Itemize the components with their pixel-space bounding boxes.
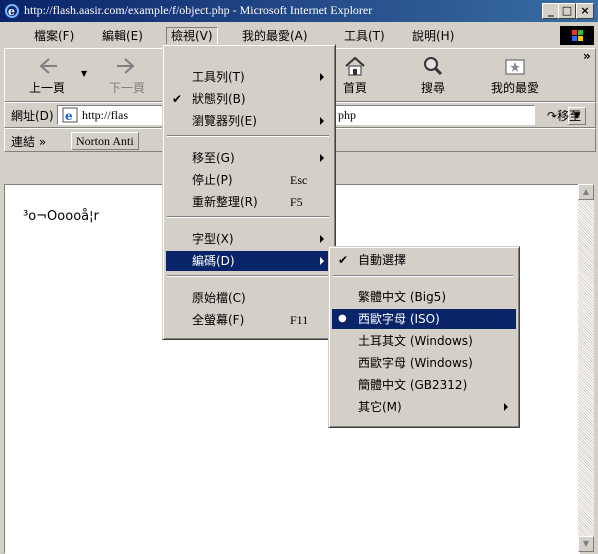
menu-item-label: 重新整理(R): [192, 195, 258, 209]
menu-item-label: 西歐字母 (Windows): [358, 356, 473, 370]
menu-item-label: 字型(X): [192, 232, 234, 246]
back-arrow-icon: [39, 58, 57, 74]
menu-item-label: 工具列(T): [192, 70, 245, 84]
window-title: http://flash.aasir.com/example/f/object.…: [24, 3, 373, 17]
menu-item-label: 編碼(D): [192, 254, 235, 268]
encoding-submenu: ✔ 自動選擇 繁體中文 (Big5) ● 西歐字母 (ISO) 土耳其文 (Wi…: [328, 246, 520, 428]
encoding-big5[interactable]: 繁體中文 (Big5): [332, 287, 516, 307]
view-menu: 工具列(T) ✔ 狀態列(B) 瀏覽器列(E) 移至(G) 停止(P) Esc …: [162, 44, 336, 340]
toolbar-more-chevron[interactable]: »: [583, 49, 591, 63]
close-button[interactable]: ×: [576, 3, 594, 19]
page-icon: e: [62, 107, 78, 123]
menu-item-label: 簡體中文 (GB2312): [358, 378, 468, 392]
menu-item-label: 土耳其文 (Windows): [358, 334, 473, 348]
submenu-arrow-icon: [320, 117, 324, 125]
search-label: 搜尋: [420, 81, 445, 95]
encoding-gb2312[interactable]: 簡體中文 (GB2312): [332, 375, 516, 395]
menu-favorites[interactable]: 我的最愛(A): [238, 27, 312, 45]
address-label: 網址(D): [11, 109, 54, 123]
view-menu-toolbars[interactable]: 工具列(T): [166, 67, 332, 87]
svg-text:e: e: [65, 109, 73, 123]
submenu-arrow-icon: [320, 73, 324, 81]
forward-button[interactable]: 下一頁: [99, 53, 155, 99]
view-menu-refresh[interactable]: 重新整理(R) F5: [166, 192, 332, 212]
menu-separator: [167, 216, 329, 218]
vertical-scrollbar[interactable]: ▲ ▼: [578, 184, 594, 552]
back-button[interactable]: 上一頁: [19, 53, 75, 99]
submenu-arrow-icon: [320, 257, 324, 265]
windows-logo: [560, 26, 594, 45]
view-menu-go-to[interactable]: 移至(G): [166, 148, 332, 168]
encoding-more[interactable]: 其它(M): [332, 397, 516, 417]
menu-shortcut: Esc: [290, 173, 308, 187]
view-menu-full-screen[interactable]: 全螢幕(F) F11: [166, 310, 332, 330]
encoding-turkish-windows[interactable]: 土耳其文 (Windows): [332, 331, 516, 351]
menu-bar: 檔案(F) 編輯(E) 檢視(V) 我的最愛(A) 工具(T) 說明(H): [0, 24, 598, 46]
home-icon: [345, 56, 365, 76]
forward-arrow-icon: [117, 58, 135, 74]
scroll-up-icon[interactable]: ▲: [578, 184, 594, 200]
favorites-label: 我的最愛: [490, 81, 539, 95]
home-button[interactable]: 首頁: [329, 53, 381, 99]
maximize-button[interactable]: □: [558, 3, 576, 19]
view-menu-explorer-bar[interactable]: 瀏覽器列(E): [166, 111, 332, 131]
view-menu-text-size[interactable]: 字型(X): [166, 229, 332, 249]
back-label: 上一頁: [28, 81, 65, 95]
menu-item-label: 其它(M): [358, 400, 402, 414]
submenu-arrow-icon: [320, 235, 324, 243]
go-button[interactable]: ↷移至: [547, 107, 581, 124]
encoding-western-iso[interactable]: ● 西歐字母 (ISO): [332, 309, 516, 329]
links-label[interactable]: 連結 »: [11, 133, 46, 150]
forward-label: 下一頁: [108, 81, 145, 95]
menu-file[interactable]: 檔案(F): [30, 27, 78, 45]
search-icon: [424, 57, 443, 76]
encoding-western-windows[interactable]: 西歐字母 (Windows): [332, 353, 516, 373]
scroll-down-icon[interactable]: ▼: [578, 536, 594, 552]
menu-separator: [333, 275, 513, 277]
menu-item-label: 西歐字母 (ISO): [358, 312, 440, 326]
home-label: 首頁: [342, 81, 367, 95]
menu-edit[interactable]: 編輯(E): [98, 27, 147, 45]
submenu-arrow-icon: [320, 154, 324, 162]
encoding-auto-select[interactable]: ✔ 自動選擇: [332, 250, 516, 270]
checkmark-icon: ✔: [338, 253, 349, 267]
menu-separator: [167, 135, 329, 137]
menu-item-label: 全螢幕(F): [192, 313, 245, 327]
title-bar[interactable]: e http://flash.aasir.com/example/f/objec…: [0, 0, 598, 22]
menu-shortcut: F5: [290, 195, 303, 209]
menu-view[interactable]: 檢視(V): [166, 27, 218, 45]
view-menu-stop[interactable]: 停止(P) Esc: [166, 170, 332, 190]
back-dropdown-icon[interactable]: ▼: [81, 69, 87, 78]
menu-item-label: 狀態列(B): [192, 92, 246, 106]
address-text-right: php: [338, 108, 356, 122]
address-text-left: http://flas: [82, 108, 128, 122]
search-button[interactable]: 搜尋: [407, 53, 459, 99]
favorites-button[interactable]: 我的最愛: [479, 53, 551, 99]
radio-bullet-icon: ●: [338, 313, 347, 324]
menu-item-label: 自動選擇: [358, 253, 407, 267]
view-menu-encoding[interactable]: 編碼(D): [166, 251, 332, 271]
menu-help[interactable]: 說明(H): [408, 27, 458, 45]
menu-shortcut: F11: [290, 313, 309, 327]
submenu-arrow-icon: [504, 403, 508, 411]
svg-text:e: e: [8, 5, 15, 18]
ie-icon: e: [5, 4, 19, 18]
favorites-icon: [505, 59, 525, 75]
menu-item-label: 停止(P): [192, 173, 233, 187]
menu-item-label: 原始檔(C): [192, 291, 246, 305]
view-menu-source[interactable]: 原始檔(C): [166, 288, 332, 308]
menu-separator: [167, 275, 329, 277]
checkmark-icon: ✔: [172, 92, 183, 106]
windows-flag-icon: [572, 30, 583, 41]
menu-tools[interactable]: 工具(T): [340, 27, 389, 45]
go-arrow-icon: ↷: [547, 109, 558, 123]
view-menu-status-bar[interactable]: ✔ 狀態列(B): [166, 89, 332, 109]
menu-item-label: 繁體中文 (Big5): [358, 290, 446, 304]
go-label: 移至: [557, 109, 582, 123]
page-text: ³o¬Ooooå¦r: [23, 209, 99, 224]
link-norton-antivirus[interactable]: Norton Anti: [71, 132, 139, 150]
menu-item-label: 瀏覽器列(E): [192, 114, 257, 128]
menu-item-label: 移至(G): [192, 151, 235, 165]
